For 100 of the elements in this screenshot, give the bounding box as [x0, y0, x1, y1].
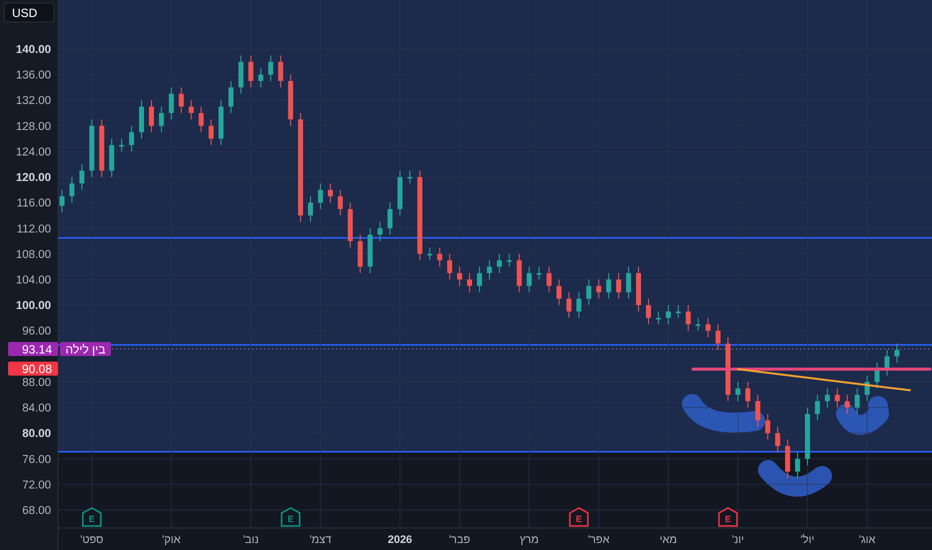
price-axis-label: 76.00	[22, 454, 51, 466]
earnings-marker[interactable]: E	[718, 507, 738, 527]
price-axis-label: 132.00	[16, 95, 51, 108]
candlestick	[278, 54, 284, 88]
candlestick	[854, 388, 860, 414]
price-axis-label: 88.00	[22, 376, 51, 389]
candlestick	[158, 106, 164, 133]
candlestick	[248, 54, 254, 88]
candlestick	[457, 266, 462, 286]
candlestick	[606, 272, 612, 300]
candlestick	[716, 324, 721, 350]
price-axis-label: 140.00	[16, 44, 51, 56]
price-tag: 90.08	[8, 362, 58, 376]
candlestick	[288, 74, 294, 126]
price-axis-label: 96.00	[22, 326, 51, 338]
candlestick	[696, 317, 701, 332]
candlestick	[348, 202, 353, 248]
candlestick	[745, 381, 750, 408]
candlestick	[208, 118, 214, 146]
candlestick	[496, 253, 502, 274]
candlestick	[119, 138, 124, 152]
price-axis-label: 68.00	[22, 505, 51, 518]
candlestick	[596, 279, 602, 300]
session-label: בין לילה	[60, 342, 111, 357]
candlestick	[368, 228, 373, 274]
currency-button[interactable]: USD	[4, 2, 54, 22]
candlestick	[109, 138, 114, 178]
time-axis-label: יונ'	[732, 534, 744, 546]
candlestick	[676, 304, 681, 318]
price-axis-label: 80.00	[22, 428, 51, 440]
candlestick	[894, 343, 900, 364]
candlestick	[168, 86, 174, 120]
candlestick	[437, 247, 442, 268]
candlestick	[178, 86, 184, 114]
candlestick	[765, 414, 770, 440]
candlestick	[834, 388, 840, 408]
candlestick	[148, 100, 154, 133]
price-tag: 93.14	[8, 342, 58, 357]
time-axis-label: אוג'	[858, 534, 876, 546]
candlestick	[228, 80, 234, 114]
candlestick	[427, 247, 432, 261]
candlestick	[526, 266, 532, 293]
candlestick	[467, 272, 472, 293]
time-axis-label: נוב'	[242, 534, 259, 546]
candlestick	[486, 260, 492, 280]
candlestick	[308, 196, 313, 222]
candlestick	[129, 125, 134, 152]
candlestick	[318, 182, 323, 210]
candlestick	[805, 407, 810, 466]
brush-stroke	[836, 396, 889, 435]
time-axis-label: מאי	[660, 534, 677, 546]
time-axis-label: יול'	[800, 534, 814, 546]
candlestick	[735, 381, 740, 402]
candlestick	[626, 266, 632, 300]
candlestick	[814, 394, 820, 421]
candlestick	[755, 394, 760, 428]
candlestick	[69, 176, 74, 204]
candlestick	[188, 100, 194, 120]
candlestick	[476, 266, 482, 293]
candlestick	[546, 266, 552, 293]
candlestick	[874, 362, 880, 389]
candlestick	[884, 349, 890, 376]
price-axis-label: 120.00	[16, 172, 51, 184]
candlestick	[844, 394, 850, 414]
earnings-marker[interactable]: E	[82, 507, 102, 527]
candlestick	[328, 182, 333, 204]
candlestick	[447, 253, 452, 280]
candlestick	[725, 336, 730, 402]
price-axis-label: 116.00	[16, 198, 51, 210]
price-axis-label: 124.00	[16, 146, 51, 158]
candlestick	[338, 189, 343, 216]
candlestick	[616, 272, 622, 300]
time-axis-label: 2026	[388, 534, 412, 546]
time-axis-label: מרץ	[520, 534, 539, 546]
earnings-marker[interactable]: E	[569, 507, 589, 527]
candlestick	[824, 388, 830, 408]
candlestick	[258, 68, 264, 88]
time-axis-label: דצמ'	[310, 534, 332, 546]
time-axis-label: פבר'	[448, 534, 470, 546]
time-axis-label: ספט'	[80, 534, 104, 546]
candlestick	[89, 118, 94, 178]
candlestick	[99, 118, 104, 178]
candlestick	[79, 164, 84, 190]
earnings-marker[interactable]: E	[280, 507, 300, 527]
candlestick	[397, 170, 402, 216]
candlestick	[864, 375, 870, 402]
candlestick	[536, 266, 542, 280]
candlestick	[378, 221, 383, 242]
time-axis-label: אפר'	[588, 534, 610, 546]
price-axis-label: 72.00	[22, 479, 51, 492]
price-axis-label: 84.00	[22, 402, 51, 415]
price-axis-label: 136.00	[16, 70, 51, 82]
candlestick	[775, 426, 780, 453]
candlestick	[576, 292, 582, 318]
candlestick	[358, 234, 363, 274]
candlestick	[238, 54, 244, 94]
time-axis-label: אוק'	[162, 534, 181, 546]
candlestick	[139, 100, 144, 140]
candlestick	[407, 170, 412, 184]
candlestick	[60, 189, 64, 213]
